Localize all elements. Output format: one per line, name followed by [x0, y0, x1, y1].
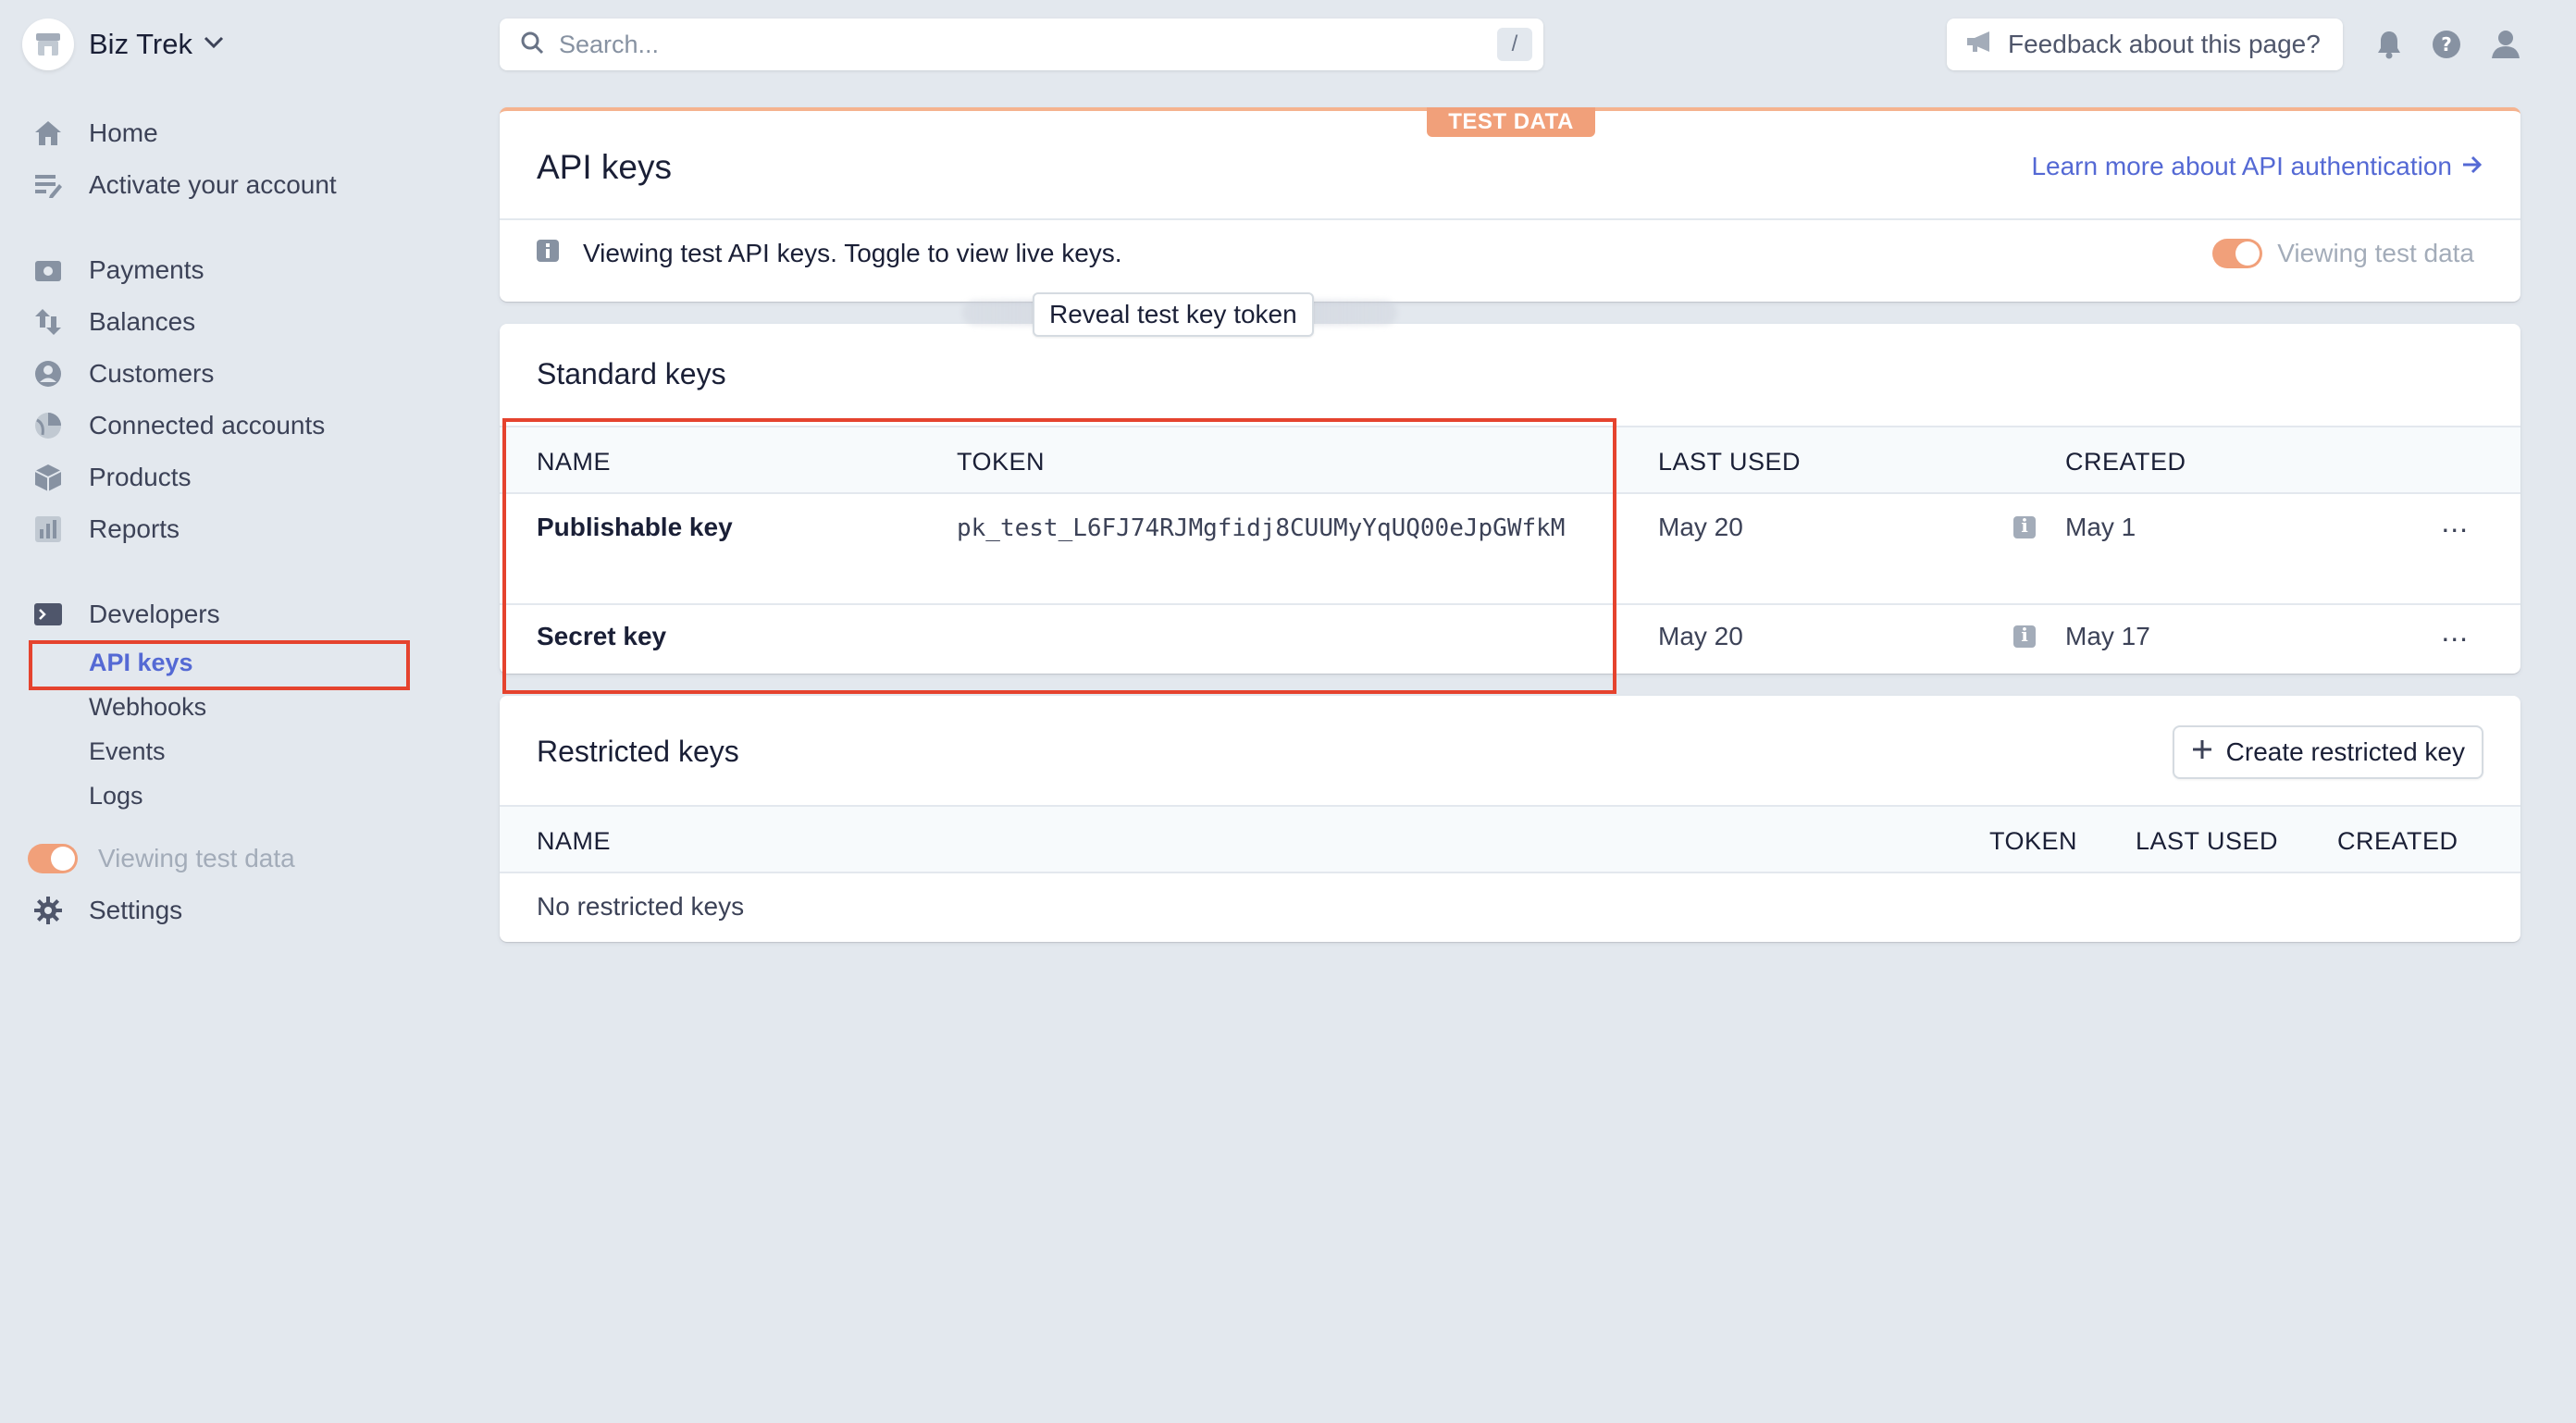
divider	[500, 218, 2520, 220]
user-circle-icon	[30, 355, 67, 392]
nav-payments[interactable]: Payments	[30, 250, 204, 291]
row-divider	[500, 603, 2520, 605]
nav-settings[interactable]: Settings	[30, 890, 182, 931]
column-header-created: CREATED	[2065, 448, 2186, 476]
svg-text:?: ?	[2441, 33, 2452, 56]
arrows-updown-icon	[30, 303, 67, 340]
search-icon	[520, 31, 544, 59]
highlight-box-api-keys	[29, 640, 410, 690]
terminal-icon	[30, 596, 67, 633]
feedback-button[interactable]: Feedback about this page?	[1947, 19, 2343, 70]
api-keys-header-card: TEST DATA API keys Learn more about API …	[500, 107, 2520, 302]
create-restricted-key-button[interactable]: Create restricted key	[2172, 725, 2483, 779]
toggle-label: Viewing test data	[98, 844, 295, 872]
nav-connected-accounts[interactable]: Connected accounts	[30, 405, 325, 446]
toggle-label: Viewing test data	[2277, 239, 2474, 267]
nav-logs[interactable]: Logs	[89, 777, 143, 814]
home-icon	[30, 115, 67, 152]
nav-events[interactable]: Events	[89, 733, 166, 770]
test-data-badge: TEST DATA	[1427, 107, 1595, 137]
globe-icon	[30, 407, 67, 444]
key-name: Publishable key	[537, 513, 733, 541]
nav-balances[interactable]: Balances	[30, 302, 195, 342]
created-date: May 17	[2065, 622, 2150, 650]
nav-customers-label: Customers	[89, 359, 215, 388]
feedback-label: Feedback about this page?	[2008, 30, 2321, 58]
nav-balances-label: Balances	[89, 307, 196, 336]
bar-chart-icon	[30, 511, 67, 548]
nav-reports-label: Reports	[89, 514, 180, 543]
publishable-key-token[interactable]: pk_test_L6FJ74RJMgfidj8CUUMyYqUQ00eJpGWf…	[957, 509, 1586, 548]
sidebar: Biz Trek Home Activate your account Paym…	[0, 0, 481, 1423]
nav-customers[interactable]: Customers	[30, 353, 214, 394]
info-banner: Viewing test API keys. Toggle to view li…	[537, 239, 1122, 268]
nav-developers[interactable]: Developers	[30, 594, 220, 635]
account-switcher[interactable]: Biz Trek	[22, 19, 224, 70]
nav-settings-label: Settings	[89, 896, 183, 924]
nav-webhooks[interactable]: Webhooks	[89, 688, 206, 725]
standard-keys-table-header: NAME TOKEN LAST USED CREATED	[500, 426, 2520, 494]
column-header-last-used: LAST USED	[1658, 448, 1802, 476]
account-name: Biz Trek	[89, 28, 192, 60]
search-input[interactable]	[559, 30, 1392, 59]
user-profile-icon[interactable]	[2487, 26, 2524, 63]
standard-keys-card: Standard keys NAME TOKEN LAST USED CREAT…	[500, 324, 2520, 674]
create-button-label: Create restricted key	[2225, 737, 2465, 766]
info-icon	[537, 239, 559, 268]
nav-products-label: Products	[89, 463, 192, 491]
created-date: May 1	[2065, 513, 2136, 541]
gear-icon	[30, 892, 67, 929]
reveal-test-key-button[interactable]: Reveal test key token	[1033, 292, 1314, 337]
column-header-token: TOKEN	[1989, 827, 2078, 855]
nav-home-label: Home	[89, 118, 158, 147]
column-header-created: CREATED	[2337, 827, 2458, 855]
bell-icon[interactable]	[2371, 26, 2408, 63]
info-icon[interactable]	[2013, 514, 2036, 538]
nav-home[interactable]: Home	[30, 113, 158, 154]
restricted-keys-card: Restricted keys Create restricted key NA…	[500, 696, 2520, 942]
header-test-data-toggle[interactable]: Viewing test data	[2212, 239, 2474, 268]
more-options-icon[interactable]: ...	[2441, 505, 2469, 539]
toggle-switch[interactable]	[28, 844, 78, 873]
wallet-icon	[30, 252, 67, 289]
learn-more-label: Learn more about API authentication	[2031, 152, 2452, 180]
box-icon	[30, 459, 67, 496]
checklist-icon	[30, 167, 67, 204]
nav-developers-label: Developers	[89, 600, 220, 628]
plus-icon	[2191, 737, 2213, 767]
megaphone-icon	[1965, 30, 1995, 60]
arrow-right-icon	[2461, 152, 2483, 181]
nav-payments-label: Payments	[89, 255, 204, 284]
sidebar-test-data-toggle[interactable]: Viewing test data	[28, 838, 295, 879]
nav-connected-label: Connected accounts	[89, 411, 326, 439]
restricted-keys-table-header: NAME TOKEN LAST USED CREATED	[500, 805, 2520, 873]
column-header-name: NAME	[537, 827, 612, 855]
standard-keys-title: Standard keys	[537, 357, 726, 390]
empty-state-text: No restricted keys	[537, 892, 745, 921]
search-shortcut-hint: /	[1497, 28, 1532, 61]
search-bar[interactable]: /	[500, 19, 1543, 70]
more-options-icon[interactable]: ...	[2441, 614, 2469, 649]
restricted-keys-title: Restricted keys	[537, 735, 739, 768]
nav-reports[interactable]: Reports	[30, 509, 180, 550]
column-header-name: NAME	[537, 448, 612, 476]
column-header-last-used: LAST USED	[2136, 827, 2279, 855]
nav-activate-label: Activate your account	[89, 170, 337, 199]
info-icon[interactable]	[2013, 624, 2036, 648]
last-used-date: May 20	[1658, 513, 1743, 541]
page-title: API keys	[537, 148, 672, 186]
last-used-date: May 20	[1658, 622, 1743, 650]
chevron-down-icon	[204, 36, 224, 54]
store-icon	[22, 19, 74, 70]
column-header-token: TOKEN	[957, 448, 1046, 476]
nav-products[interactable]: Products	[30, 457, 192, 498]
key-name: Secret key	[537, 622, 667, 650]
nav-activate[interactable]: Activate your account	[30, 165, 337, 205]
help-icon[interactable]: ?	[2428, 26, 2465, 63]
toggle-switch[interactable]	[2212, 239, 2263, 268]
info-text: Viewing test API keys. Toggle to view li…	[583, 239, 1122, 267]
learn-more-link[interactable]: Learn more about API authentication	[2031, 152, 2483, 181]
